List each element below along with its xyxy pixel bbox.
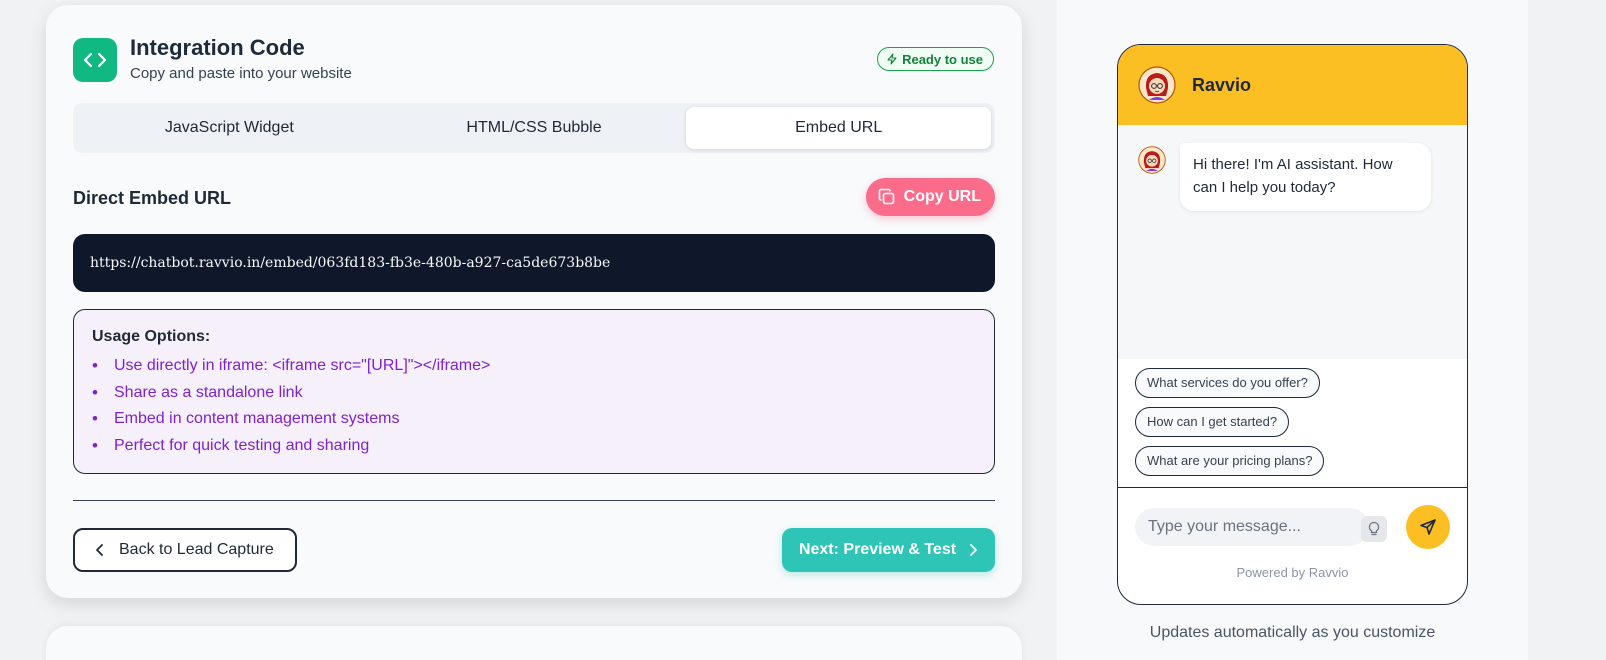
embed-url-code[interactable]: https://chatbot.ravvio.in/embed/063fd183… <box>73 234 995 292</box>
list-item: Share as a standalone link <box>92 380 994 407</box>
section-title: Direct Embed URL <box>73 188 232 208</box>
usage-title: Usage Options: <box>92 328 211 345</box>
page-subtitle: Copy and paste into your website <box>130 65 352 82</box>
suggestion-chips: What services do you offer? How can I ge… <box>1135 368 1325 485</box>
chevron-left-icon <box>96 544 103 556</box>
integration-card: Integration Code Copy and paste into you… <box>46 5 1022 598</box>
status-badge-label: Ready to use <box>902 51 983 67</box>
bot-message: Hi there! I'm AI assistant. How can I he… <box>1180 143 1431 211</box>
send-button[interactable] <box>1406 505 1450 549</box>
chat-messages: Hi there! I'm AI assistant. How can I he… <box>1118 125 1467 359</box>
tab-javascript-widget[interactable]: JavaScript Widget <box>77 107 382 149</box>
usage-options-box: Usage Options: Use directly in iframe: <… <box>73 309 995 474</box>
bot-name: Ravvio <box>1192 74 1252 95</box>
next-section-card <box>46 626 1022 660</box>
list-item: Embed in content management systems <box>92 406 994 433</box>
avatar-icon <box>1138 146 1166 174</box>
list-item: Perfect for quick testing and sharing <box>92 433 994 460</box>
send-icon <box>1420 519 1436 535</box>
message-input[interactable] <box>1135 508 1369 546</box>
chevron-right-icon <box>970 544 977 556</box>
integration-tabs: JavaScript Widget HTML/CSS Bubble Embed … <box>73 103 995 153</box>
card-header: Integration Code Copy and paste into you… <box>46 5 1022 103</box>
lightbulb-icon[interactable] <box>1361 516 1387 542</box>
tab-embed-url[interactable]: Embed URL <box>686 107 992 149</box>
back-button[interactable]: Back to Lead Capture <box>73 528 297 572</box>
preview-panel: Ravvio Hi there! I'm AI assistant. How c… <box>1057 0 1528 660</box>
lightning-icon <box>887 53 897 65</box>
usage-list: Use directly in iframe: <iframe src="[UR… <box>92 353 994 459</box>
next-button-label: Next: Preview & Test <box>798 541 957 558</box>
suggestion-chip[interactable]: What are your pricing plans? <box>1135 446 1325 476</box>
powered-by: Powered by Ravvio <box>1236 565 1349 580</box>
page-title: Integration Code <box>130 35 305 60</box>
preview-caption: Updates automatically as you customize <box>1149 624 1436 641</box>
page-margin <box>1528 0 1606 660</box>
avatar-icon <box>1138 66 1176 104</box>
chat-preview: Ravvio Hi there! I'm AI assistant. How c… <box>1117 44 1468 605</box>
code-icon <box>73 38 117 82</box>
chat-header: Ravvio <box>1118 45 1467 125</box>
suggestion-chip[interactable]: How can I get started? <box>1135 407 1290 437</box>
embed-url-text: https://chatbot.ravvio.in/embed/063fd183… <box>90 255 611 271</box>
next-button[interactable]: Next: Preview & Test <box>782 528 995 572</box>
tab-html-css-bubble[interactable]: HTML/CSS Bubble <box>382 107 687 149</box>
status-badge: Ready to use <box>877 47 994 71</box>
suggestion-chip[interactable]: What services do you offer? <box>1135 368 1320 398</box>
copy-icon <box>878 188 894 205</box>
divider <box>73 500 995 501</box>
list-item: Use directly in iframe: <iframe src="[UR… <box>92 353 994 380</box>
copy-url-label: Copy URL <box>903 188 981 205</box>
copy-url-button[interactable]: Copy URL <box>865 178 995 216</box>
back-button-label: Back to Lead Capture <box>119 541 274 558</box>
divider <box>1118 487 1467 488</box>
